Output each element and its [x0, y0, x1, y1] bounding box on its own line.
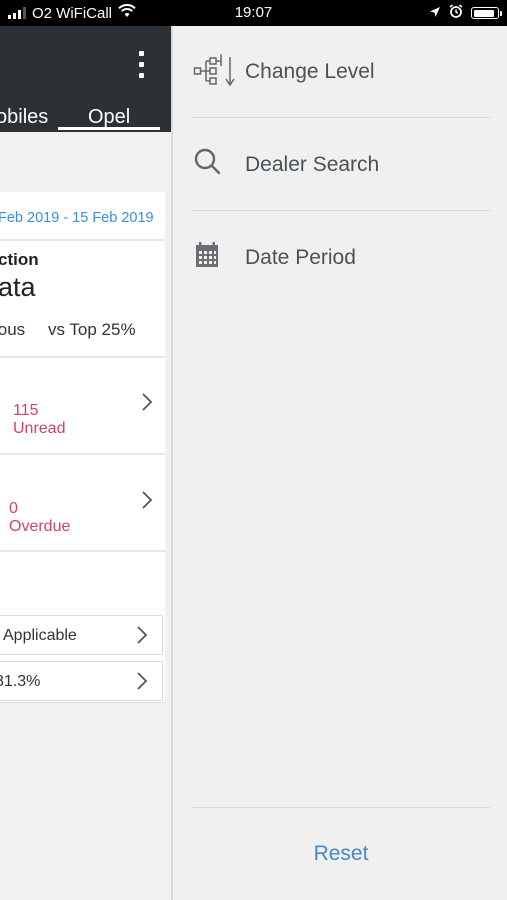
location-icon: [429, 5, 441, 22]
app-panel: obiles Opel Feb 2019 - 15 Feb 2019 ction…: [0, 26, 171, 900]
divider: [0, 356, 165, 358]
menu-item-change-level[interactable]: Change Level: [173, 42, 507, 102]
chevron-right-icon: [136, 671, 148, 691]
dealer-search-label: Dealer Search: [245, 153, 380, 176]
unread-label: Unread: [13, 420, 66, 437]
more-options-icon[interactable]: [138, 51, 146, 81]
percentage-row[interactable]: 81.3%: [0, 661, 163, 701]
percentage-value: 81.3%: [0, 673, 41, 690]
tab-mobiles[interactable]: obiles: [0, 106, 48, 129]
reset-button[interactable]: Reset: [173, 842, 507, 866]
tab-opel[interactable]: Opel: [88, 106, 130, 129]
menu-item-dealer-search[interactable]: Dealer Search: [173, 135, 507, 195]
status-right: [429, 4, 502, 22]
app-header: obiles Opel: [0, 26, 171, 132]
calendar-icon: [193, 241, 239, 281]
menu-divider: [191, 807, 491, 808]
date-period-label: Date Period: [245, 246, 356, 269]
hierarchy-icon: [193, 54, 239, 94]
overdue-count: 0: [9, 500, 18, 517]
menu-divider: [191, 210, 491, 211]
applicable-row[interactable]: Applicable: [0, 615, 163, 655]
change-level-label: Change Level: [245, 60, 375, 83]
chevron-right-icon: [136, 625, 148, 645]
section-title: ata: [0, 272, 36, 302]
divider: [0, 453, 165, 455]
unread-count: 115: [13, 402, 39, 419]
overdue-label: Overdue: [9, 518, 71, 535]
menu-item-date-period[interactable]: Date Period: [173, 228, 507, 288]
status-bar: O2 WiFiCall 19:07: [0, 0, 507, 26]
compare-previous[interactable]: ious: [0, 320, 25, 340]
chevron-right-icon: [141, 392, 153, 412]
battery-icon: [471, 7, 502, 19]
applicable-label: Applicable: [3, 627, 77, 644]
chevron-right-icon: [141, 490, 153, 510]
compare-top-25[interactable]: vs Top 25%: [48, 320, 136, 340]
filter-drawer: Change Level Dealer Search Date Period R…: [171, 26, 507, 900]
menu-divider: [191, 117, 491, 118]
divider: [0, 550, 165, 552]
divider: [0, 239, 165, 241]
date-range[interactable]: Feb 2019 - 15 Feb 2019: [0, 210, 154, 226]
active-tab-indicator: [58, 127, 160, 130]
section-label: ction: [0, 250, 39, 269]
search-icon: [193, 147, 239, 187]
alarm-icon: [449, 4, 463, 22]
